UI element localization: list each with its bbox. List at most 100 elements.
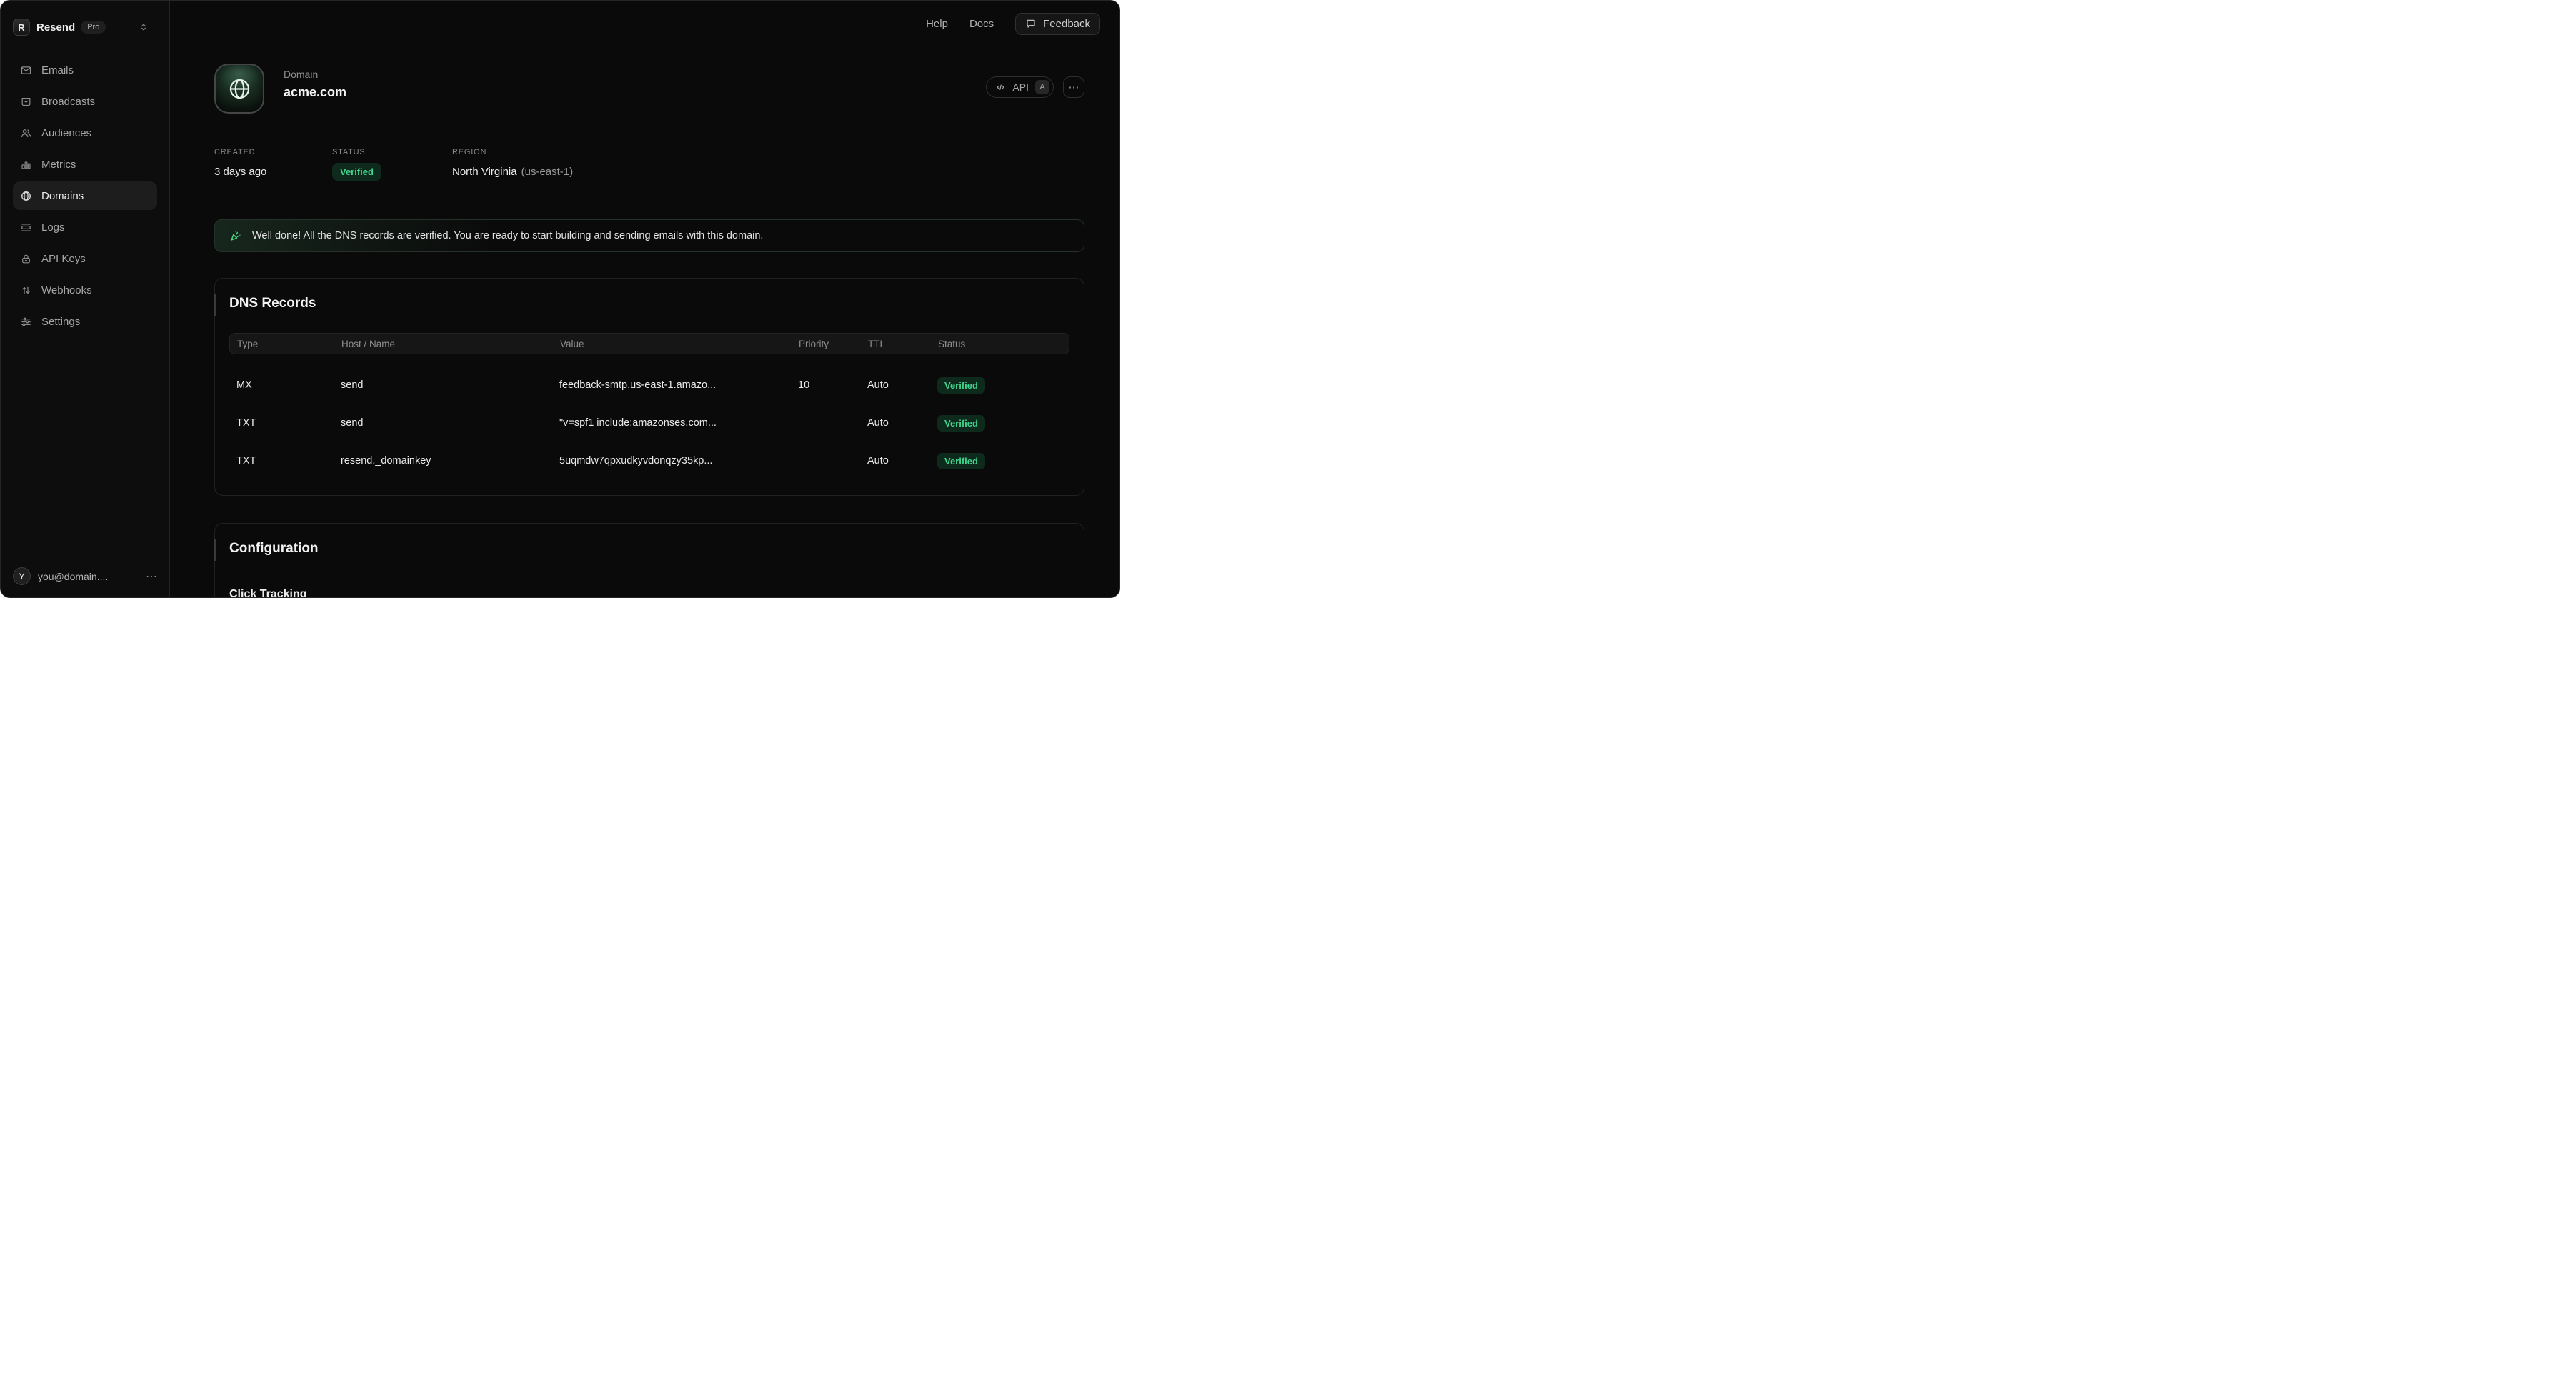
dns-table-header: Type Host / Name Value Priority TTL Stat…	[229, 333, 1069, 354]
dns-records-title: DNS Records	[229, 296, 1069, 311]
sidebar-item-label: Metrics	[41, 159, 76, 171]
resend-logo: R	[13, 19, 30, 36]
cell-value: 5uqmdw7qpxudkyvdonqzy35kp...	[559, 455, 798, 467]
ellipsis-icon: ⋯	[1069, 81, 1079, 94]
cell-priority: 10	[798, 379, 867, 391]
feedback-label: Feedback	[1043, 18, 1090, 30]
status-label: STATUS	[332, 148, 452, 156]
sidebar-item-domains[interactable]: Domains	[13, 181, 157, 210]
sidebar-item-api-keys[interactable]: API Keys	[13, 244, 157, 273]
domain-page: Domain acme.com API A ⋯ CREATED	[214, 64, 1084, 597]
help-link[interactable]: Help	[926, 18, 948, 30]
main-area: Help Docs Feedback Domain acme.com	[170, 1, 1119, 597]
banner-text: Well done! All the DNS records are verif…	[252, 230, 763, 241]
domain-header: Domain acme.com API A ⋯	[214, 64, 1084, 114]
lock-icon	[20, 253, 32, 265]
sidebar-item-audiences[interactable]: Audiences	[13, 119, 157, 147]
cell-value: "v=spf1 include:amazonses.com...	[559, 417, 798, 429]
users-icon	[20, 127, 32, 139]
sidebar-item-label: Broadcasts	[41, 96, 95, 108]
keyboard-shortcut-badge: A	[1035, 80, 1049, 94]
column-value: Value	[560, 339, 799, 349]
feedback-button[interactable]: Feedback	[1015, 13, 1100, 35]
sidebar-item-label: Logs	[41, 221, 65, 234]
cell-host: send	[341, 379, 559, 391]
created-label: CREATED	[214, 148, 332, 156]
brand-name: Resend	[36, 21, 75, 34]
header-actions: API A ⋯	[986, 76, 1084, 98]
cell-value: feedback-smtp.us-east-1.amazo...	[559, 379, 798, 391]
sidebar-item-label: Audiences	[41, 127, 91, 139]
user-menu[interactable]: Y you@domain.... ⋯	[13, 567, 157, 585]
unfold-icon[interactable]	[139, 22, 149, 32]
sidebar-item-label: Webhooks	[41, 284, 92, 296]
cell-type: MX	[236, 379, 341, 391]
status-badge: Verified	[937, 453, 985, 469]
cell-type: TXT	[236, 417, 341, 429]
meta-region: REGION North Virginia (us-east-1)	[452, 148, 573, 181]
sliders-icon	[20, 316, 32, 328]
column-host: Host / Name	[341, 339, 560, 349]
sidebar-nav: Emails Broadcasts Audiences Metrics Doma…	[13, 56, 157, 336]
status-badge: Verified	[937, 415, 985, 432]
more-options-button[interactable]: ⋯	[1063, 76, 1084, 98]
configuration-card: Configuration Click Tracking	[214, 523, 1084, 597]
column-type: Type	[237, 339, 341, 349]
domain-label: Domain	[284, 69, 346, 80]
topbar: Help Docs Feedback	[170, 1, 1119, 46]
success-banner: Well done! All the DNS records are verif…	[214, 219, 1084, 252]
click-tracking-label: Click Tracking	[229, 588, 1069, 597]
arrows-up-down-icon	[20, 284, 32, 296]
column-ttl: TTL	[868, 339, 938, 349]
plan-badge: Pro	[81, 21, 106, 34]
cell-ttl: Auto	[867, 417, 937, 429]
cell-ttl: Auto	[867, 455, 937, 467]
cell-host: resend._domainkey	[341, 455, 559, 467]
globe-icon	[227, 76, 252, 101]
sidebar-item-label: Emails	[41, 64, 74, 76]
sidebar-item-label: Settings	[41, 316, 80, 328]
meta-created: CREATED 3 days ago	[214, 148, 332, 181]
cell-type: TXT	[236, 455, 341, 467]
docs-link[interactable]: Docs	[969, 18, 994, 30]
sidebar-item-logs[interactable]: Logs	[13, 213, 157, 241]
user-email: you@domain....	[38, 571, 108, 582]
region-code: (us-east-1)	[521, 166, 574, 178]
domain-meta: CREATED 3 days ago STATUS Verified REGIO…	[214, 148, 1084, 181]
table-row[interactable]: TXT resend._domainkey 5uqmdw7qpxudkyvdon…	[229, 442, 1069, 479]
page-title: acme.com	[284, 85, 346, 100]
region-value: North Virginia (us-east-1)	[452, 166, 573, 178]
speech-bubble-icon	[1025, 18, 1037, 29]
configuration-title: Configuration	[229, 541, 1069, 557]
sidebar-item-emails[interactable]: Emails	[13, 56, 157, 84]
api-button[interactable]: API A	[986, 76, 1054, 98]
meta-status: STATUS Verified	[332, 148, 452, 181]
workspace-switcher[interactable]: R Resend Pro	[13, 19, 157, 36]
region-name: North Virginia	[452, 166, 517, 178]
code-icon	[995, 82, 1006, 93]
cell-host: send	[341, 417, 559, 429]
status-badge: Verified	[332, 163, 381, 181]
sidebar-item-webhooks[interactable]: Webhooks	[13, 276, 157, 304]
table-row[interactable]: TXT send "v=spf1 include:amazonses.com..…	[229, 404, 1069, 442]
bar-chart-icon	[20, 159, 32, 171]
column-priority: Priority	[799, 339, 868, 349]
sidebar-item-broadcasts[interactable]: Broadcasts	[13, 87, 157, 116]
sidebar-item-label: Domains	[41, 190, 84, 202]
status-badge: Verified	[937, 377, 985, 394]
sidebar-item-metrics[interactable]: Metrics	[13, 150, 157, 179]
table-row[interactable]: MX send feedback-smtp.us-east-1.amazo...…	[229, 367, 1069, 404]
sidebar: R Resend Pro Emails Broadcasts Audiences	[1, 1, 170, 597]
dns-records-card: DNS Records Type Host / Name Value Prior…	[214, 278, 1084, 496]
api-button-label: API	[1012, 81, 1029, 93]
sidebar-item-settings[interactable]: Settings	[13, 307, 157, 336]
mail-icon	[20, 64, 32, 76]
column-status: Status	[938, 339, 1062, 349]
domain-title-block: Domain acme.com	[284, 64, 346, 100]
region-label: REGION	[452, 148, 573, 156]
cell-ttl: Auto	[867, 379, 937, 391]
party-popper-icon	[229, 229, 243, 243]
globe-icon	[20, 190, 32, 202]
user-more-icon[interactable]: ⋯	[146, 569, 157, 584]
app-window: R Resend Pro Emails Broadcasts Audiences	[0, 0, 1120, 598]
